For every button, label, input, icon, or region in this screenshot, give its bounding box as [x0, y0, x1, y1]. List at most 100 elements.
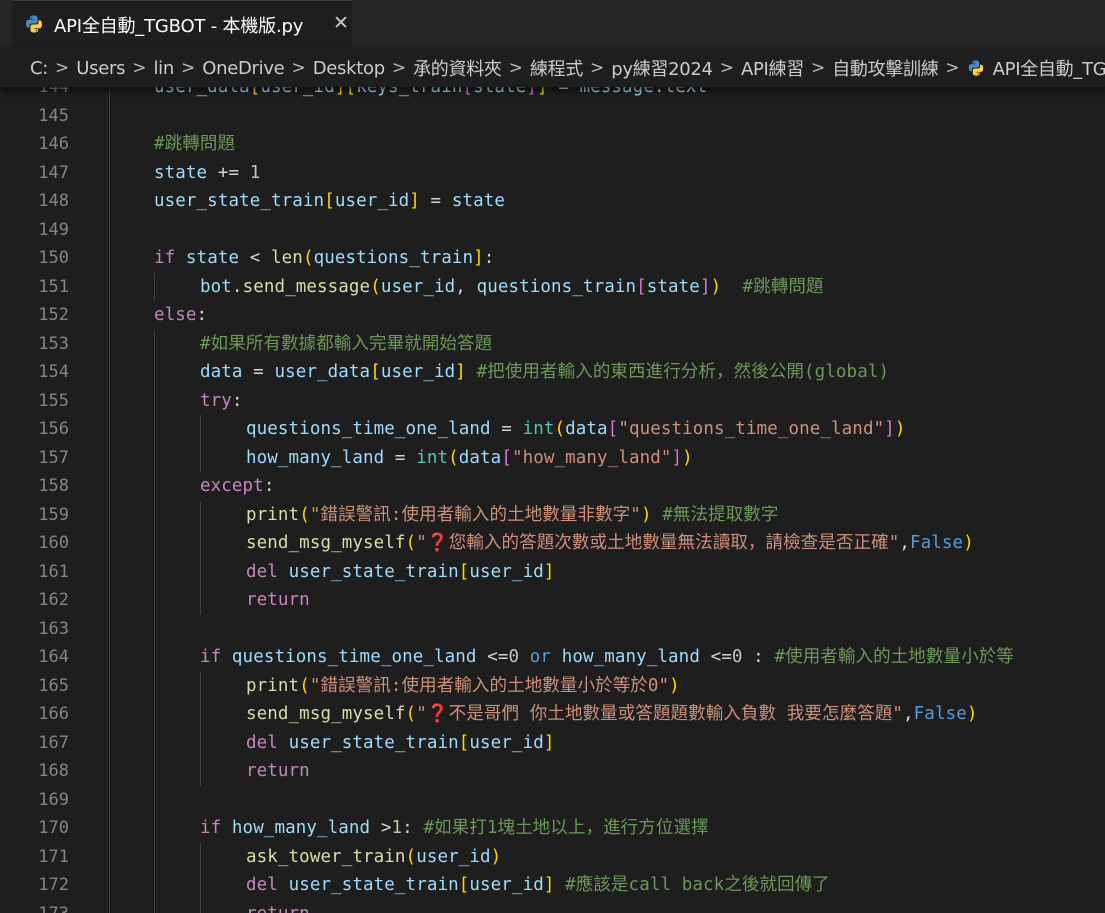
comment-token: #把使用者輸入的東西進行分析，然後公開(global) [476, 362, 890, 382]
code-text: if state < len(questions_train]: [154, 244, 494, 273]
indent-guide [154, 272, 155, 301]
identifier-token: questions_train [476, 276, 637, 297]
bracket-token: ] [334, 87, 346, 97]
operator-token: = [547, 87, 580, 97]
indent-guide [200, 443, 201, 472]
indent-guide [109, 500, 110, 529]
code-line[interactable]: 147 state += 1 [0, 158, 1105, 187]
code-line[interactable]: 169 [0, 785, 1105, 814]
code-line[interactable]: 156 questions_time_one_land = int(data["q… [0, 415, 1105, 444]
string-token: "錯誤警訊:使用者輸入的土地數量非數字" [309, 504, 641, 525]
code-line[interactable]: 150 if state < len(questions_train]: [0, 244, 1105, 273]
code-line[interactable]: 164 if questions_time_one_land <=0 or how… [0, 643, 1105, 672]
operator-token: = [419, 191, 452, 211]
code-line[interactable]: 151 bot.send_message(user_id, questions_t… [0, 272, 1105, 302]
keyword-token: del [246, 732, 278, 753]
code-line[interactable]: 148 user_state_train[user_id] = state [0, 187, 1105, 216]
breadcrumb-item[interactable]: OneDrive [202, 58, 285, 79]
identifier-token: data [458, 447, 502, 468]
indent-guide [154, 671, 155, 700]
line-number: 144 [38, 87, 69, 97]
operator-token [278, 562, 289, 582]
bracket-token: [ [345, 87, 357, 97]
code-line[interactable]: 144 user_data[user_id][keys_train[state]]… [0, 87, 1105, 102]
breadcrumb-item[interactable]: 承的資料夾 [413, 55, 502, 81]
line-number: 163 [38, 618, 69, 639]
bracket-token: ( [554, 419, 566, 439]
identifier-token: data [565, 419, 608, 439]
function-token: send_msg_myself [246, 533, 406, 553]
bracket-token: [ [458, 732, 470, 753]
indent-guide [154, 415, 155, 444]
code-line[interactable]: 160 send_msg_myself("❓您輸入的答題次數或土地數量無法讀取，請… [0, 529, 1105, 558]
indent-guide [109, 87, 110, 102]
breadcrumb-item[interactable]: Users [76, 58, 125, 79]
python-icon [968, 60, 983, 76]
breadcrumb-item[interactable]: API全自動_TGBOT - 本機版.py [993, 55, 1105, 81]
operator-token: , [455, 276, 477, 297]
code-line[interactable]: 145 [0, 101, 1105, 130]
keyword-token: except [200, 476, 264, 496]
line-number: 168 [38, 761, 69, 781]
line-number: 158 [38, 476, 69, 496]
identifier-token: how_many_land [561, 647, 700, 667]
breadcrumb-item[interactable]: 自動攻擊訓練 [832, 55, 939, 81]
identifier-token: user_state_train [288, 875, 459, 895]
keyword-token: del [246, 875, 278, 895]
code-line[interactable]: 165 print("錯誤警訊:使用者輸入的土地數量小於等於0") [0, 671, 1105, 700]
code-line[interactable]: 154 data = user_data[user_id] #把使用者輸入的東西進… [0, 358, 1105, 387]
line-number: 152 [38, 305, 69, 325]
identifier-token: user_id [469, 561, 544, 582]
code-line[interactable]: 149 [0, 215, 1105, 244]
breadcrumb-item[interactable]: C: [30, 58, 48, 79]
code-line[interactable]: 172 del user_state_train[user_id] #應該是cal… [0, 871, 1105, 900]
code-line[interactable]: 166 send_msg_myself("❓不是哥們 你土地數量或答題題數輸入負數… [0, 700, 1105, 729]
code-line[interactable]: 167 del user_state_train[user_id] [0, 728, 1105, 757]
code-line[interactable]: 173 return [0, 899, 1105, 913]
code-line[interactable]: 146 #跳轉問題 [0, 130, 1105, 159]
line-number: 145 [38, 105, 69, 126]
code-line[interactable]: 152 else: [0, 301, 1105, 330]
editor-tab[interactable]: API全自動_TGBOT - 本機版.py ✕ [12, 0, 352, 47]
string-token: "questions_time_one_land" [618, 419, 885, 439]
function-token: print [246, 675, 300, 696]
function-token: len [271, 248, 303, 268]
line-number: 165 [38, 675, 69, 696]
breadcrumb-item[interactable]: Desktop [313, 58, 385, 79]
breadcrumb-item[interactable]: API練習 [741, 55, 804, 81]
bracket-token: ] [543, 732, 555, 753]
code-line[interactable]: 159 print("錯誤警訊:使用者輸入的土地數量非數字") #無法提取數字 [0, 500, 1105, 529]
comment-token: #應該是call back之後就回傳了 [565, 875, 830, 895]
indent-guide [109, 386, 110, 415]
breadcrumb-item[interactable]: lin [153, 58, 174, 79]
bracket-token: ) [682, 447, 693, 468]
code-line[interactable]: 163 [0, 614, 1105, 643]
close-icon[interactable]: ✕ [330, 12, 352, 34]
bracket-token: [ [607, 419, 619, 439]
builtin-token: int [522, 419, 555, 439]
line-number: 148 [38, 191, 69, 211]
code-line[interactable]: 170 if how_many_land >1: #如果打1塊土地以上，進行方位選… [0, 814, 1105, 843]
code-line[interactable]: 153 #如果所有數據都輸入完畢就開始答題 [0, 329, 1105, 358]
breadcrumb-item[interactable]: 練程式 [530, 55, 583, 81]
code-line[interactable]: 158 except: [0, 472, 1105, 501]
code-line[interactable]: 171 ask_tower_train(user_id) [0, 842, 1105, 871]
code-line[interactable]: 161 del user_state_train[user_id] [0, 557, 1105, 586]
code-line[interactable]: 168 return [0, 757, 1105, 786]
indent-guide [200, 500, 201, 529]
code-text: bot.send_message(user_id, questions_trai… [200, 273, 824, 302]
line-number: 161 [38, 561, 69, 582]
breadcrumb-separator: > [291, 58, 306, 78]
builtin-token: int [416, 447, 449, 468]
code-line[interactable]: 155 try: [0, 386, 1105, 415]
breadcrumb-item[interactable]: py練習2024 [611, 55, 713, 81]
line-number: 155 [38, 390, 69, 411]
operator-token [551, 647, 562, 667]
indent-guide [109, 671, 110, 700]
code-line[interactable]: 162 return [0, 586, 1105, 615]
operator-token: > [370, 818, 392, 838]
keyword-token: or [529, 647, 552, 667]
code-line[interactable]: 157 how_many_land = int(data["how_many_la… [0, 443, 1105, 472]
code-text: else: [154, 301, 207, 330]
code-editor[interactable]: 144 user_data[user_id][keys_train[state]]… [0, 87, 1105, 913]
